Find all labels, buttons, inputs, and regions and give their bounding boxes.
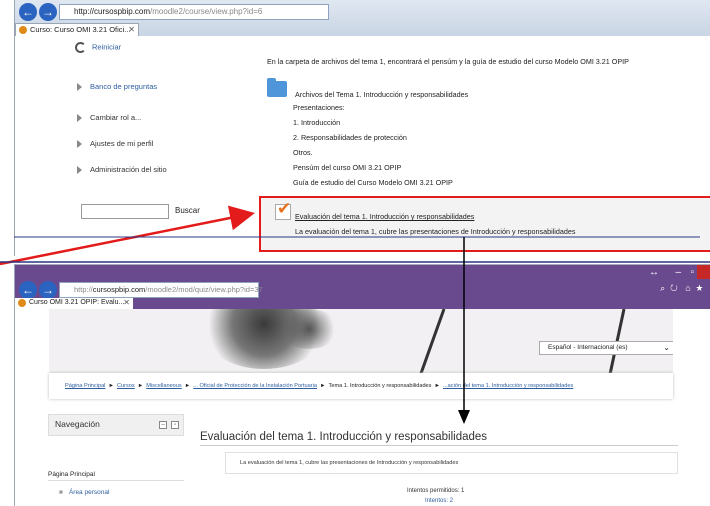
expand-triangle-icon: [77, 140, 82, 149]
address-bar[interactable]: http://cursospbip.com/moodle2/course/vie…: [59, 4, 329, 20]
attempts-count[interactable]: Intentos: 2: [425, 498, 453, 504]
folder-line: Guía de estudio del Curso Modelo OMI 3.2…: [293, 178, 453, 187]
close-window-button[interactable]: [697, 265, 710, 279]
browser-tab[interactable]: Curso: Curso OMI 3.21 Ofici... ✕: [15, 23, 139, 36]
address-bar[interactable]: http://cursospbip.com/moodle2/mod/quiz/v…: [59, 282, 263, 298]
maximize-icon[interactable]: ▫: [690, 267, 694, 278]
back-button[interactable]: ←: [19, 3, 37, 21]
folder-line: Pensúm del curso OMI 3.21 OPIP: [293, 163, 402, 172]
quiz-intro: La evaluación del tema 1, cubre las pres…: [225, 452, 678, 474]
url-path: /moodle2/mod/quiz/view.php?id=37: [145, 285, 263, 294]
tab-label: Curso: Curso OMI 3.21 Ofici...: [30, 25, 131, 34]
quiz-link[interactable]: Evaluación del tema 1. Introducción y re…: [295, 212, 474, 221]
bullet-icon: ■: [59, 489, 63, 496]
breadcrumb-item[interactable]: Cursos: [117, 383, 135, 389]
close-tab-icon[interactable]: ✕: [128, 24, 135, 36]
search-icon[interactable]: ⌕: [660, 283, 665, 293]
url-host: cursospbip.com: [92, 285, 146, 294]
folder-line: 1. Introducción: [293, 118, 341, 127]
dock-icon[interactable]: ▫: [171, 421, 179, 429]
tab-label: Curso OMI 3.21 OPIP: Evalu...: [29, 299, 125, 306]
search-button[interactable]: Buscar: [175, 206, 200, 215]
breadcrumb-item[interactable]: Miscellaneous: [146, 383, 181, 389]
sidebar-item-ajustes[interactable]: Ajustes de mi perfil: [77, 139, 153, 149]
nav-item-pagina-principal[interactable]: Página Principal: [48, 471, 95, 478]
breadcrumb-item[interactable]: ...ación del tema 1. Introducción y resp…: [443, 383, 573, 389]
quiz-description: La evaluación del tema 1, cubre las pres…: [295, 227, 576, 236]
url-path: /moodle2/course/view.php?id=6: [150, 7, 263, 16]
forward-button[interactable]: →: [39, 3, 57, 21]
folder-line: Presentaciones:: [293, 103, 345, 112]
folder-link[interactable]: Archivos del Tema 1. Introducción y resp…: [295, 90, 468, 99]
attempts-allowed: Intentos permitidos: 1: [407, 488, 465, 494]
star-icon[interactable]: ★: [696, 283, 703, 293]
course-page-screenshot: ← → http://cursospbip.com/moodle2/course…: [14, 0, 710, 256]
browser-tab[interactable]: Curso OMI 3.21 OPIP: Evalu... ✕: [15, 298, 133, 309]
title-divider: [200, 445, 678, 446]
refresh-icon: [75, 42, 86, 53]
folder-line: Otros.: [293, 148, 313, 157]
browser-toolbar: ↔ – ▫ ← → http://cursospbip.com/moodle2/…: [15, 265, 710, 309]
browser-toolbar: ← → http://cursospbip.com/moodle2/course…: [15, 0, 710, 36]
forward-button[interactable]: →: [39, 281, 57, 299]
search-input[interactable]: [81, 204, 169, 219]
folder-line: 2. Responsabilidades de protección: [293, 133, 407, 142]
sidebar-item-admin[interactable]: Administración del sitio: [77, 165, 167, 175]
minimize-icon[interactable]: –: [675, 267, 681, 278]
collapse-icon[interactable]: –: [159, 421, 167, 429]
sidebar-item-banco[interactable]: Banco de preguntas: [77, 82, 157, 92]
breadcrumb: Página Principal ► Cursos ► Miscellaneous ►..…: [49, 373, 673, 399]
sidebar-item-reiniciar[interactable]: Reiniciar: [75, 42, 121, 53]
back-button[interactable]: ←: [19, 281, 37, 299]
home-icon[interactable]: ⌂: [685, 283, 690, 293]
navigation-block-header: Navegación – ▫: [48, 414, 184, 436]
moodle-favicon-icon: [18, 299, 26, 307]
reload-icon[interactable]: ↻: [670, 283, 678, 293]
expand-triangle-icon: [77, 166, 82, 175]
quiz-activity-highlight: Evaluación del tema 1. Introducción y re…: [259, 196, 710, 252]
folder-icon: [267, 78, 287, 97]
section-intro: En la carpeta de archivos del tema 1, en…: [267, 57, 629, 66]
page-title: Evaluación del tema 1. Introducción y re…: [200, 431, 488, 443]
expand-triangle-icon: [77, 83, 82, 92]
moodle-favicon-icon: [19, 26, 27, 34]
sidebar-item-cambiar-rol[interactable]: Cambiar rol a...: [77, 113, 141, 123]
nav-divider: [48, 480, 184, 481]
restore-icon[interactable]: ↔: [649, 267, 659, 278]
url-host: http://cursospbip.com: [74, 7, 151, 16]
breadcrumb-item[interactable]: Página Principal: [65, 383, 105, 389]
close-tab-icon[interactable]: ✕: [123, 298, 130, 308]
breadcrumb-item[interactable]: Tema 1. Introducción y responsabilidades: [329, 383, 432, 389]
quiz-page-screenshot: ↔ – ▫ ← → http://cursospbip.com/moodle2/…: [14, 264, 710, 506]
browser-controls: ⌕ ↻ ⌂ ★: [660, 283, 703, 294]
expand-triangle-icon: [77, 114, 82, 123]
language-select[interactable]: Español - Internacional (es) ⌄: [539, 341, 673, 355]
breadcrumb-item[interactable]: ... Oficial de Protección de la Instalac…: [193, 383, 317, 389]
navigation-title: Navegación: [55, 419, 100, 429]
chevron-down-icon: ⌄: [663, 343, 670, 352]
quiz-check-icon: [275, 199, 291, 220]
nav-item-area-personal[interactable]: ■ Área personal: [59, 489, 109, 496]
